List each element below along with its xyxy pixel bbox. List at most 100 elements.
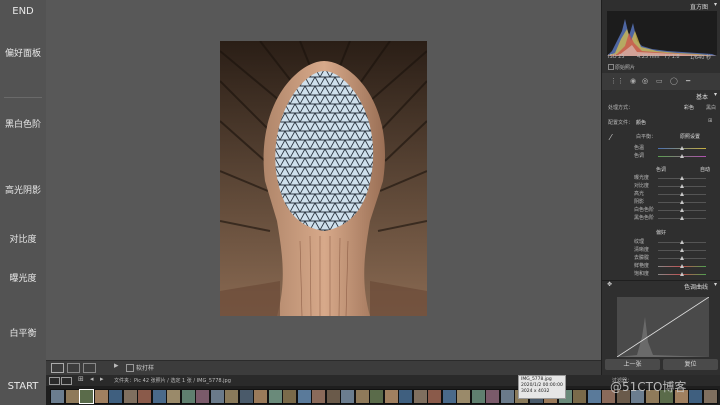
slider-thumb[interactable] xyxy=(680,146,684,150)
survey-view-button[interactable] xyxy=(83,363,96,373)
slider-label: 白色色阶 xyxy=(634,207,655,213)
filmstrip-thumbnail[interactable] xyxy=(180,389,196,404)
filmstrip-thumbnail[interactable] xyxy=(412,389,428,404)
wb-eyedropper-icon[interactable]: ⁄ xyxy=(610,133,611,142)
slider-thumb[interactable] xyxy=(680,200,684,204)
slider-thumb[interactable] xyxy=(680,264,684,268)
play-icon[interactable]: ▸ xyxy=(114,361,119,371)
filmstrip-thumbnail[interactable] xyxy=(238,389,254,404)
step-exposure[interactable]: 曝光度 xyxy=(0,271,46,284)
slider-label: 饱和度 xyxy=(634,271,650,277)
loupe-view-button[interactable] xyxy=(51,363,64,373)
step-white-balance[interactable]: 白平衡 xyxy=(0,326,46,339)
compare-view-button[interactable] xyxy=(67,363,80,373)
tone-curve-target-icon[interactable]: ✥ xyxy=(607,281,612,288)
filmstrip-thumbnail[interactable] xyxy=(137,389,152,404)
brush-tool-icon[interactable]: ━ xyxy=(686,77,690,85)
filmstrip-thumbnail[interactable] xyxy=(485,389,500,404)
exif-focal: 4.25 mm xyxy=(637,54,660,60)
filmstrip-thumbnail[interactable] xyxy=(340,389,355,404)
filmstrip-thumbnail[interactable] xyxy=(688,389,703,404)
filmstrip-thumbnail[interactable] xyxy=(253,389,268,404)
profile-grid-icon[interactable]: ⊞ xyxy=(708,118,712,124)
filmstrip-thumbnail[interactable] xyxy=(354,389,370,404)
filmstrip-thumbnail[interactable] xyxy=(311,389,326,404)
nav-back-icon[interactable]: ◂ xyxy=(90,375,94,383)
step-contrast[interactable]: 对比度 xyxy=(0,232,46,245)
step-bw-levels[interactable]: 黑白色阶 xyxy=(0,117,46,130)
slider-thumb[interactable] xyxy=(680,240,684,244)
previous-button[interactable]: 上一张 xyxy=(605,359,660,370)
filmstrip-thumbnail[interactable] xyxy=(369,389,384,404)
grad-filter-icon[interactable]: ▭ xyxy=(656,77,663,85)
profile-select[interactable]: 颜色 xyxy=(636,119,646,126)
original-photo-checkbox[interactable] xyxy=(608,64,614,70)
filmstrip-thumbnail[interactable] xyxy=(456,389,471,404)
slider-label: 曝光度 xyxy=(634,175,650,181)
slider-thumb[interactable] xyxy=(680,208,684,212)
grid-view-icon[interactable]: ⊞ xyxy=(78,375,84,383)
crop-tool-icon[interactable]: ⋮⋮ xyxy=(610,77,624,85)
filmstrip-thumbnail[interactable] xyxy=(586,389,602,404)
filmstrip-thumbnail[interactable] xyxy=(499,389,515,404)
tone-curve-collapse-icon[interactable]: ▾ xyxy=(714,281,717,288)
soft-proof-label: 软打样 xyxy=(136,365,155,372)
reset-button[interactable]: 复位 xyxy=(663,359,718,370)
monitor-2-icon[interactable] xyxy=(61,377,72,385)
slider-thumb[interactable] xyxy=(680,248,684,252)
nav-forward-icon[interactable]: ▸ xyxy=(100,375,104,383)
filmstrip-thumbnail[interactable] xyxy=(122,389,138,404)
slider-thumb[interactable] xyxy=(680,216,684,220)
filmstrip-thumbnail[interactable] xyxy=(427,389,442,404)
treatment-color[interactable]: 彩色 xyxy=(684,104,694,111)
tone-curve-title: 色调曲线 xyxy=(684,284,709,291)
wb-select[interactable]: 原照设置 xyxy=(680,133,700,140)
filmstrip-thumbnail[interactable] xyxy=(195,389,210,404)
filmstrip-thumbnail[interactable] xyxy=(93,389,109,404)
filmstrip-thumbnail[interactable] xyxy=(166,389,181,404)
filmstrip-thumbnail[interactable] xyxy=(108,389,123,404)
filmstrip-thumbnail[interactable] xyxy=(151,389,167,404)
tone-curve-graph[interactable] xyxy=(616,296,710,358)
filmstrip-thumbnail[interactable] xyxy=(64,389,80,404)
radial-filter-icon[interactable]: ◯ xyxy=(670,77,678,85)
treatment-bw[interactable]: 黑白 xyxy=(706,104,716,111)
step-highlight-shadow[interactable]: 高光阴影 xyxy=(0,183,46,196)
filmstrip-thumbnail[interactable] xyxy=(398,389,413,404)
soft-proof-checkbox[interactable] xyxy=(126,364,134,372)
slider-thumb[interactable] xyxy=(680,192,684,196)
basic-collapse-icon[interactable]: ▾ xyxy=(714,91,717,98)
filmstrip-thumbnail[interactable] xyxy=(470,389,486,404)
redeye-tool-icon[interactable]: ◎ xyxy=(642,77,648,85)
slider-thumb[interactable] xyxy=(680,154,684,158)
filmstrip-thumbnail[interactable] xyxy=(383,389,399,404)
filmstrip-thumbnail[interactable] xyxy=(325,389,341,404)
left-step-panel: END 偏好面板 黑白色阶 高光阴影 对比度 曝光度 白平衡 START xyxy=(0,0,46,405)
slider-thumb[interactable] xyxy=(680,184,684,188)
filmstrip-thumbnail[interactable] xyxy=(267,389,283,404)
slider-thumb[interactable] xyxy=(680,256,684,260)
filmstrip-info: 文件夹：Pic 42 张照片 / 选定 1 张 / IMG_5778.jpg xyxy=(114,378,231,384)
tone-auto-button[interactable]: 自动 xyxy=(700,166,710,173)
slider-label: 高光 xyxy=(634,191,645,197)
histogram-collapse-icon[interactable]: ▾ xyxy=(714,1,717,8)
filmstrip-thumbnail[interactable] xyxy=(296,389,312,404)
filmstrip-thumbnail[interactable] xyxy=(50,389,65,404)
toolbar: ▸ 软打样 xyxy=(46,360,601,375)
filmstrip-thumbnail[interactable] xyxy=(224,389,239,404)
slider-thumb[interactable] xyxy=(680,272,684,276)
filmstrip-thumbnail[interactable] xyxy=(79,389,94,404)
slider-thumb[interactable] xyxy=(680,176,684,180)
thumbnail-tooltip: IMG_5778.jpg 2020/1/2 00:00:00 3024 x 40… xyxy=(518,375,566,399)
heal-tool-icon[interactable]: ◉ xyxy=(630,77,636,85)
presence-label: 偏好 xyxy=(656,230,667,236)
slider-label: 色调 xyxy=(634,153,645,159)
filmstrip-thumbnail[interactable] xyxy=(441,389,457,404)
filmstrip-thumbnail[interactable] xyxy=(572,389,587,404)
monitor-1-icon[interactable] xyxy=(49,377,60,385)
filmstrip-thumbnail[interactable] xyxy=(702,389,718,404)
step-preferences[interactable]: 偏好面板 xyxy=(0,46,46,59)
filmstrip-thumbnail[interactable] xyxy=(209,389,225,404)
slider-label: 阴影 xyxy=(634,199,645,205)
filmstrip-thumbnail[interactable] xyxy=(282,389,297,404)
